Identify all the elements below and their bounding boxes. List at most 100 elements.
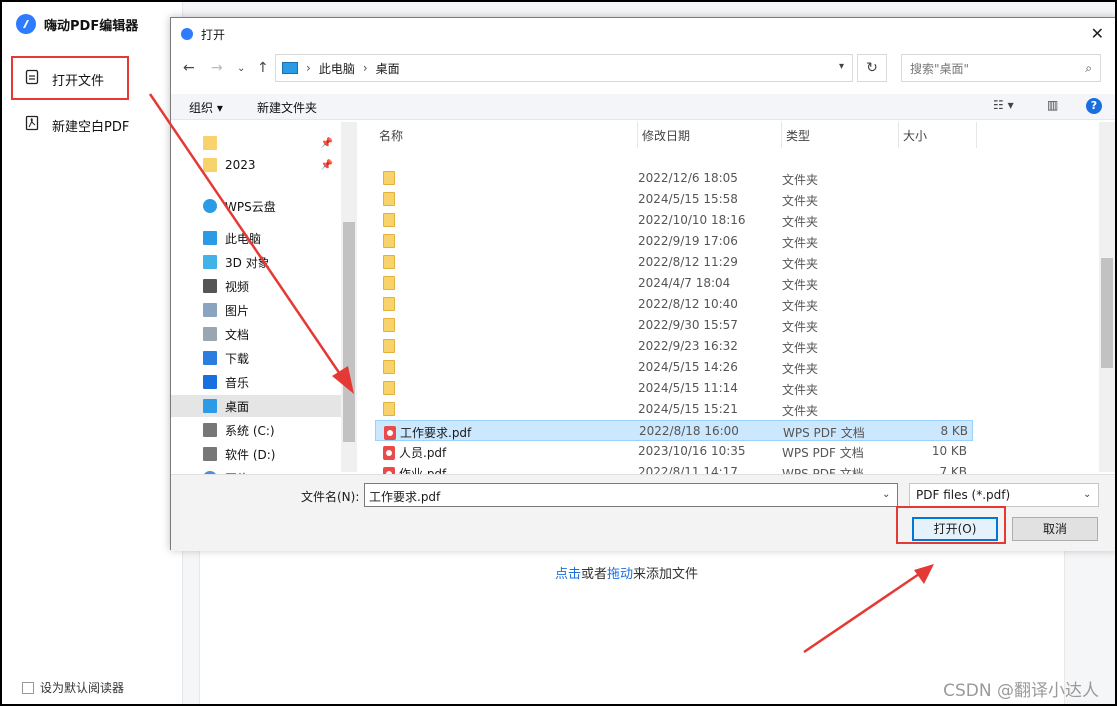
file-row[interactable]: 工作要求.pdf 2022/8/18 16:00 WPS PDF 文档 8 KB — [375, 420, 973, 441]
open-file-dialog: 打开 ✕ ← → ⌄ ↑ › 此电脑 › 桌面 ▾ ↻ 搜索"桌面" ⌕ 组织 … — [170, 17, 1115, 551]
pdf-file-icon — [384, 425, 396, 440]
file-list-scroll-thumb[interactable] — [1101, 258, 1113, 368]
file-row[interactable]: 2024/5/15 15:21 文件夹 — [375, 399, 973, 420]
column-name[interactable]: 名称 — [375, 122, 638, 148]
nav-item-label: 视频 — [225, 279, 250, 294]
back-arrow-icon[interactable]: ← — [183, 60, 195, 76]
breadcrumb-current[interactable]: 桌面 — [376, 60, 400, 77]
default-reader-checkbox[interactable]: 设为默认阅读器 — [22, 679, 124, 696]
chevron-right-icon: › — [306, 61, 311, 75]
filename-label: 文件名(N): — [301, 490, 360, 504]
recent-chevron-icon[interactable]: ⌄ — [237, 63, 245, 74]
nav-item-label: 软件 (D:) — [225, 447, 276, 462]
file-date: 2022/9/23 16:32 — [638, 339, 738, 353]
organize-button[interactable]: 组织 ▾ — [189, 99, 223, 116]
nav-item-label: WPS云盘 — [225, 199, 276, 214]
nav-scroll-thumb[interactable] — [343, 222, 355, 442]
up-arrow-icon[interactable]: ↑ — [257, 60, 269, 76]
file-row[interactable]: 2024/5/15 14:26 文件夹 — [375, 357, 973, 378]
folder-icon — [203, 158, 217, 172]
nav-item[interactable]: 桌面 — [171, 395, 341, 417]
nav-item[interactable]: 音乐 — [171, 371, 341, 393]
dialog-title: 打开 — [201, 27, 226, 42]
nav-item[interactable]: 系统 (C:) — [171, 419, 341, 441]
address-bar[interactable]: › 此电脑 › 桌面 ▾ — [275, 54, 853, 82]
file-date: 2022/8/12 10:40 — [638, 297, 738, 311]
file-row[interactable]: 2022/10/10 18:16 文件夹 — [375, 210, 973, 231]
file-row[interactable]: 2022/12/6 18:05 文件夹 — [375, 168, 973, 189]
file-row[interactable]: 2022/8/12 10:40 文件夹 — [375, 294, 973, 315]
highlight-box-open-file — [11, 56, 129, 100]
command-bar: 组织 ▾ 新建文件夹 ☷ ▾ ▥ ? — [171, 94, 1115, 120]
file-row[interactable]: 2024/4/7 18:04 文件夹 — [375, 273, 973, 294]
file-row[interactable]: 2022/9/30 15:57 文件夹 — [375, 315, 973, 336]
desktop-icon — [203, 399, 217, 413]
file-row[interactable]: 2022/9/23 16:32 文件夹 — [375, 336, 973, 357]
file-name-cell — [383, 381, 399, 395]
nav-item[interactable]: 软件 (D:) — [171, 443, 341, 465]
folder-icon — [383, 402, 395, 416]
column-type[interactable]: 类型 — [782, 122, 899, 148]
chevron-down-icon[interactable]: ⌄ — [882, 489, 890, 500]
forward-arrow-icon[interactable]: → — [211, 60, 223, 76]
file-name: 人员.pdf — [399, 446, 447, 460]
pin-icon: 📌 — [320, 159, 333, 171]
file-row[interactable]: 2024/5/15 11:14 文件夹 — [375, 378, 973, 399]
file-type: 文件夹 — [782, 383, 819, 397]
search-input[interactable]: 搜索"桌面" ⌕ — [901, 54, 1101, 82]
folder-icon — [383, 192, 395, 206]
file-row[interactable]: 2022/8/12 11:29 文件夹 — [375, 252, 973, 273]
cancel-button[interactable]: 取消 — [1012, 517, 1098, 541]
folder-icon — [203, 136, 217, 150]
file-row[interactable]: 2022/9/19 17:06 文件夹 — [375, 231, 973, 252]
nav-item[interactable]: 视频 — [171, 275, 341, 297]
preview-pane-icon[interactable]: ▥ — [1047, 98, 1058, 112]
file-type: 文件夹 — [782, 320, 819, 334]
drag-link[interactable]: 拖动 — [607, 567, 633, 582]
file-type: 文件夹 — [782, 362, 819, 376]
watermark: CSDN @翻译小达人 — [943, 681, 1099, 701]
search-placeholder: 搜索"桌面" — [910, 61, 970, 76]
nav-item[interactable]: 此电脑 — [171, 227, 341, 249]
file-date: 2024/5/15 14:26 — [638, 360, 738, 374]
file-row[interactable]: 人员.pdf 2023/10/16 10:35 WPS PDF 文档 10 KB — [375, 441, 973, 462]
nav-item-label: 此电脑 — [225, 231, 262, 246]
file-name-cell: 工作要求.pdf — [384, 424, 471, 441]
video-icon — [203, 279, 217, 293]
app-sidebar: 嗨动PDF编辑器 打开文件 新建空白PDF 设为默认阅读器 — [2, 2, 183, 704]
file-name-cell — [383, 213, 399, 227]
file-row[interactable]: 2024/5/15 15:58 文件夹 — [375, 189, 973, 210]
nav-item[interactable]: 图片 — [171, 299, 341, 321]
nav-item[interactable]: 下载 — [171, 347, 341, 369]
folder-icon — [383, 276, 395, 290]
column-date[interactable]: 修改日期 — [638, 122, 782, 148]
refresh-button[interactable]: ↻ — [857, 54, 887, 82]
file-type: 文件夹 — [782, 404, 819, 418]
column-size[interactable]: 大小 — [899, 122, 977, 148]
filename-input[interactable]: 工作要求.pdf — [364, 483, 898, 507]
file-name-cell — [383, 297, 399, 311]
close-icon[interactable]: ✕ — [1091, 24, 1104, 43]
nav-item[interactable]: WPS云盘 — [171, 195, 341, 217]
nav-item[interactable]: 2023 📌 — [171, 154, 341, 176]
click-link[interactable]: 点击 — [555, 567, 581, 582]
help-icon[interactable]: ? — [1086, 98, 1102, 114]
chevron-down-icon[interactable]: ▾ — [839, 61, 844, 72]
new-blank-pdf-menu-item[interactable]: 新建空白PDF — [24, 115, 129, 135]
new-folder-button[interactable]: 新建文件夹 — [257, 99, 317, 116]
dialog-app-icon — [181, 28, 193, 40]
chevron-down-icon[interactable]: ⌄ — [1083, 489, 1091, 500]
view-options-icon[interactable]: ☷ ▾ — [993, 98, 1014, 112]
file-type-select[interactable]: PDF files (*.pdf) — [909, 483, 1099, 507]
nav-item[interactable]: 文档 — [171, 323, 341, 345]
file-name-cell — [383, 255, 399, 269]
navigation-bar: ← → ⌄ ↑ › 此电脑 › 桌面 ▾ ↻ 搜索"桌面" ⌕ — [171, 54, 1115, 86]
chevron-right-icon: › — [362, 61, 368, 75]
nav-item[interactable]: 3D 对象 — [171, 251, 341, 273]
folder-icon — [383, 255, 395, 269]
folder-icon — [383, 339, 395, 353]
computer-icon — [203, 231, 217, 245]
app-title: 嗨动PDF编辑器 — [44, 18, 139, 34]
nav-item[interactable]: 📌 — [171, 132, 341, 154]
breadcrumb-root[interactable]: 此电脑 — [319, 60, 355, 77]
